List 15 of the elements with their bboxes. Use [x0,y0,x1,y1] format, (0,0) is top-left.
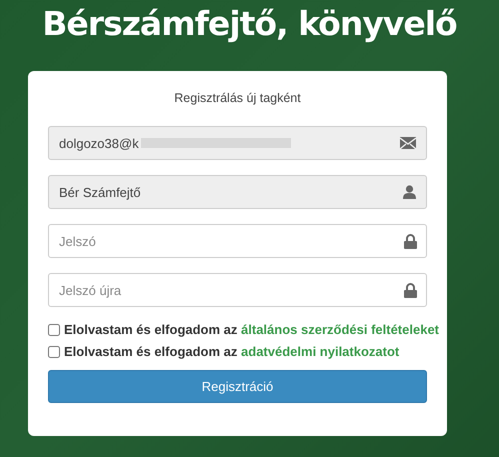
lock-icon [404,234,417,249]
form-heading: Regisztrálás új tagként [173,91,302,105]
agreement-text: Elolvastam és elfogadom az általános szerződési feltételeket [64,322,440,337]
agreement-link[interactable]: általános szerződési feltételeket [241,322,440,337]
agreement-checkbox[interactable] [48,324,60,336]
agreement-link[interactable]: adatvédelmi nyilatkozatot [241,344,400,359]
password-field[interactable]: Jelszó újra [48,273,427,307]
agreement-checkbox[interactable] [48,346,60,358]
page-title: Bérszámfejtő, könyvelő [41,3,458,45]
register-button[interactable]: Regisztráció [48,370,427,403]
agreement-text: Elolvastam és elfogadom az adatvédelmi nyilatkozatot [64,344,400,359]
lock-icon [404,283,417,298]
password-field[interactable]: Jelszó [48,224,427,258]
envelope-icon [400,137,416,149]
user-icon [403,185,416,199]
